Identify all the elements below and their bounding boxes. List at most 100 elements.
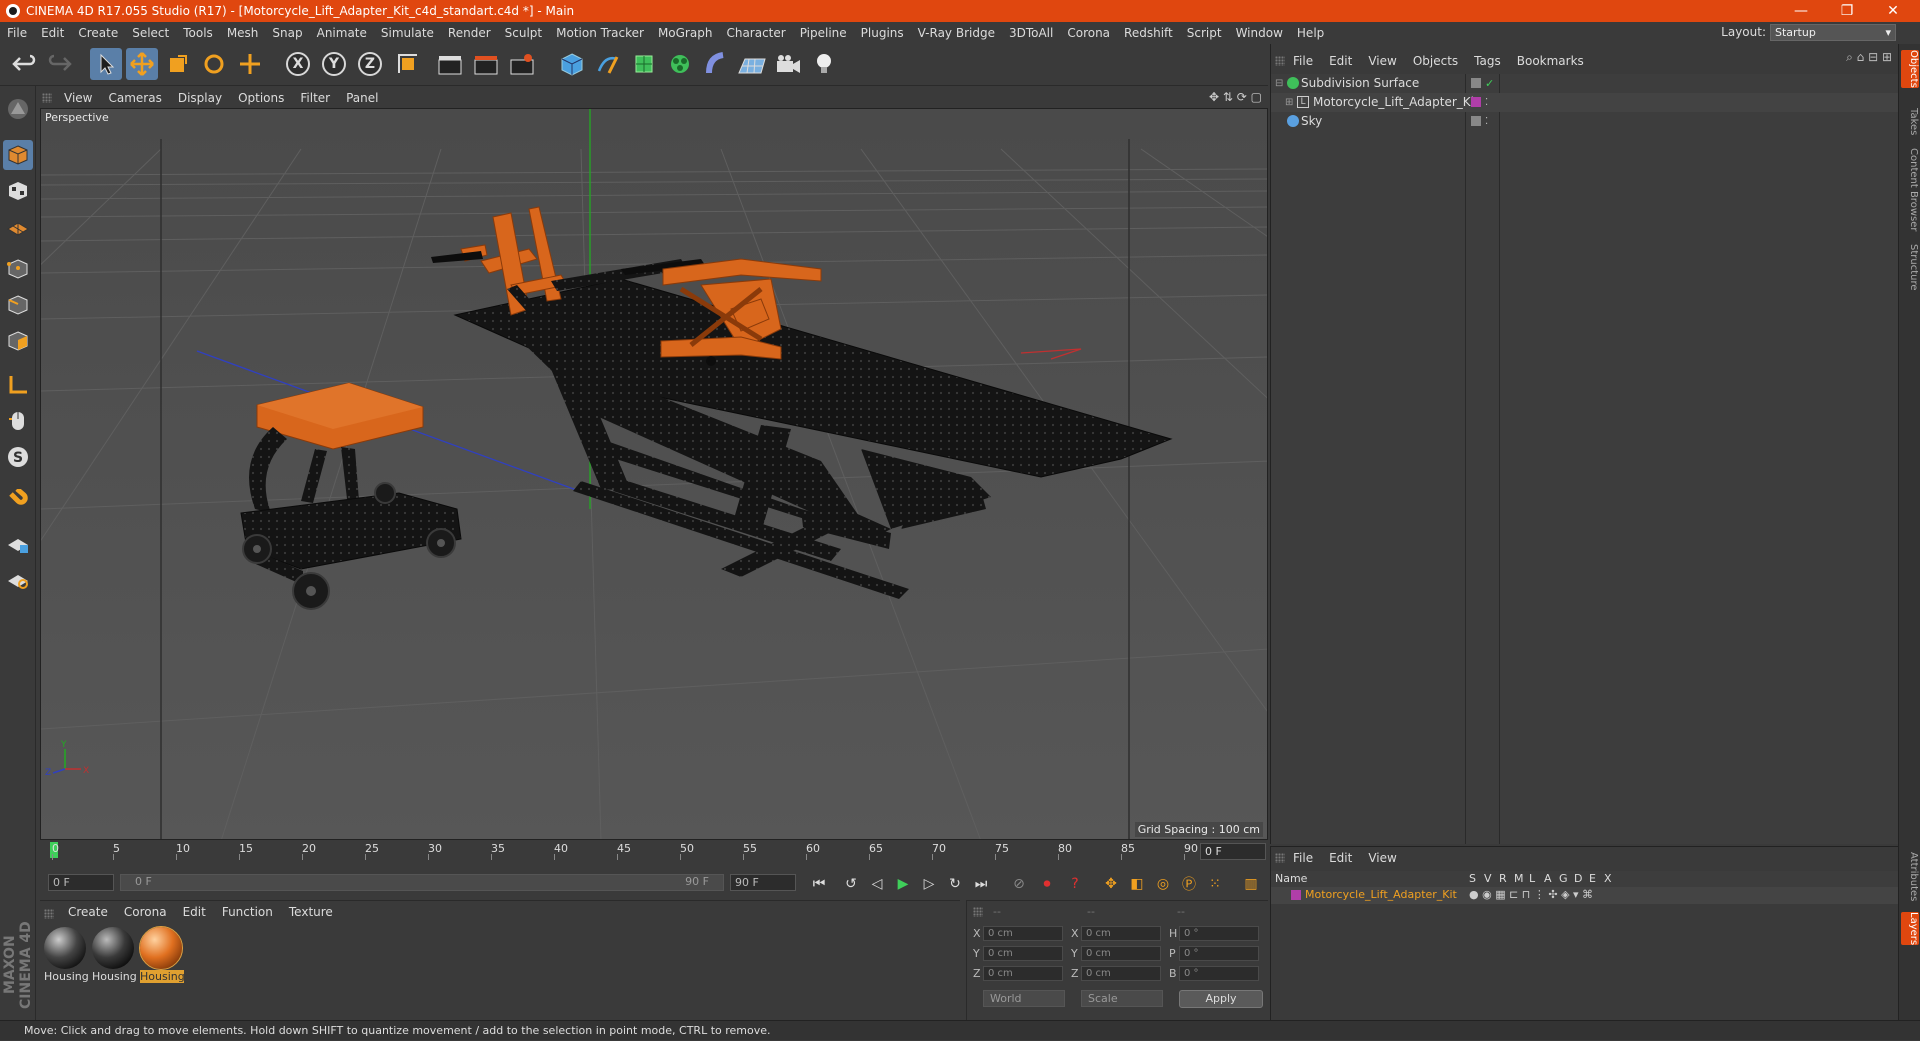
menu-animate[interactable]: Animate	[310, 26, 374, 40]
viewport-menu-filter[interactable]: Filter	[292, 91, 338, 105]
material-menu-create[interactable]: Create	[60, 905, 116, 923]
viewport-menu-view[interactable]: View	[56, 91, 100, 105]
material-menu-corona[interactable]: Corona	[116, 905, 175, 923]
layer-swatch[interactable]	[1471, 78, 1481, 88]
menu-select[interactable]: Select	[125, 26, 176, 40]
menu-mograph[interactable]: MoGraph	[651, 26, 720, 40]
cube-primitive-button[interactable]	[556, 48, 588, 80]
key-rotation-button[interactable]: ◎	[1152, 873, 1174, 895]
menu-script[interactable]: Script	[1180, 26, 1229, 40]
move-tool-button[interactable]	[126, 48, 158, 80]
material-menu-edit[interactable]: Edit	[175, 905, 214, 923]
size-x-field[interactable]: 0 cm	[1081, 926, 1161, 941]
menu-edit[interactable]: Edit	[34, 26, 71, 40]
viewport-nav-icons[interactable]: ✥ ⇅ ⟳ ▢	[1209, 90, 1262, 104]
viewport-menu-display[interactable]: Display	[170, 91, 230, 105]
keyframe-selection-button[interactable]: ?	[1064, 873, 1086, 895]
menu-sculpt[interactable]: Sculpt	[498, 26, 549, 40]
undo-button[interactable]	[8, 48, 40, 80]
tweak-mode-button[interactable]	[3, 406, 33, 436]
close-button[interactable]: ✕	[1870, 0, 1916, 22]
menu-window[interactable]: Window	[1229, 26, 1290, 40]
expand-icon[interactable]: ⊞	[1285, 93, 1293, 112]
layer-row[interactable]: Motorcycle_Lift_Adapter_Kit ● ◉ ▦ ⊏ ⊓ ⋮ …	[1271, 887, 1899, 904]
rot-h-field[interactable]: 0 °	[1179, 926, 1259, 941]
autokey-button[interactable]: ⏺	[1036, 873, 1058, 895]
layer-menu-file[interactable]: File	[1285, 851, 1321, 865]
menu-3dtoall[interactable]: 3DToAll	[1002, 26, 1060, 40]
live-selection-button[interactable]	[90, 48, 122, 80]
collapse-icon[interactable]: ⊟	[1275, 74, 1283, 93]
menu-file[interactable]: File	[0, 26, 34, 40]
minimize-button[interactable]: —	[1778, 0, 1824, 22]
pos-z-field[interactable]: 0 cm	[983, 966, 1063, 981]
tab-structure[interactable]: Structure	[1901, 244, 1919, 291]
panel-grip-icon[interactable]	[44, 909, 54, 919]
material-swatch[interactable]: Housing	[92, 927, 136, 983]
viewport-menu-panel[interactable]: Panel	[338, 91, 386, 105]
floor-button[interactable]	[736, 48, 768, 80]
magnet-button[interactable]	[3, 486, 33, 516]
next-key-button[interactable]: ↻	[944, 873, 966, 895]
layer-swatch[interactable]	[1471, 116, 1481, 126]
next-frame-button[interactable]: ▷	[918, 873, 940, 895]
timeline-window-button[interactable]: ▥	[1240, 873, 1262, 895]
key-position-button[interactable]: ✥	[1100, 873, 1122, 895]
panel-grip-icon[interactable]	[42, 93, 52, 103]
pos-x-field[interactable]: 0 cm	[983, 926, 1063, 941]
perspective-viewport[interactable]: Y X Z Perspective Grid Spacing : 100 cm	[40, 108, 1268, 840]
object-row-sky[interactable]: Sky ⁚	[1271, 112, 1899, 131]
object-menu-tags[interactable]: Tags	[1466, 54, 1509, 68]
layer-toggle-icons[interactable]: ● ◉ ▦ ⊏ ⊓ ⋮ ✣ ◈ ▾ ⌘	[1469, 888, 1593, 901]
menu-pipeline[interactable]: Pipeline	[793, 26, 854, 40]
material-menu-texture[interactable]: Texture	[281, 905, 341, 923]
viewport-menu-options[interactable]: Options	[230, 91, 292, 105]
x-axis-lock-button[interactable]: X	[282, 48, 314, 80]
key-parameter-button[interactable]: Ⓟ	[1178, 873, 1200, 895]
lock-workplane-button[interactable]	[3, 528, 33, 558]
material-menu-function[interactable]: Function	[214, 905, 281, 923]
menu-motion-tracker[interactable]: Motion Tracker	[549, 26, 651, 40]
redo-button[interactable]	[44, 48, 76, 80]
object-menu-bookmarks[interactable]: Bookmarks	[1509, 54, 1592, 68]
cloner-button[interactable]	[664, 48, 696, 80]
render-view-button[interactable]	[434, 48, 466, 80]
render-settings-button[interactable]	[506, 48, 538, 80]
maximize-button[interactable]: ❐	[1824, 0, 1870, 22]
texture-mode-button[interactable]	[3, 176, 33, 206]
polygons-mode-button[interactable]	[3, 326, 33, 356]
material-swatch-selected[interactable]: Housing	[139, 926, 184, 983]
menu-redshift[interactable]: Redshift	[1117, 26, 1180, 40]
size-mode-dropdown[interactable]: Scale	[1081, 990, 1163, 1007]
enabled-checkmark-icon[interactable]: ✓	[1485, 74, 1494, 93]
subdivision-surface-button[interactable]	[628, 48, 660, 80]
object-menu-file[interactable]: File	[1285, 54, 1321, 68]
snap-button[interactable]: S	[3, 442, 33, 472]
timeline-ruler[interactable]: 0 5 10 15 20 25 30 35 40 45 50 55 60 65 …	[40, 840, 1268, 864]
current-frame-field[interactable]: 0 F	[1200, 843, 1266, 860]
object-menu-objects[interactable]: Objects	[1405, 54, 1466, 68]
panel-grip-icon[interactable]	[1275, 56, 1285, 66]
visibility-dots-icon[interactable]: ⁚	[1485, 93, 1488, 112]
timeline-ticks[interactable]: 0 5 10 15 20 25 30 35 40 45 50 55 60 65 …	[50, 842, 1200, 862]
layout-dropdown[interactable]: Startup	[1770, 24, 1896, 41]
menu-character[interactable]: Character	[719, 26, 792, 40]
frame-range-slider[interactable]: 0 F 90 F	[120, 874, 724, 891]
menu-help[interactable]: Help	[1290, 26, 1331, 40]
menu-corona[interactable]: Corona	[1060, 26, 1117, 40]
menu-render[interactable]: Render	[441, 26, 498, 40]
camera-button[interactable]	[772, 48, 804, 80]
points-mode-button[interactable]	[3, 254, 33, 284]
viewport-menu-cameras[interactable]: Cameras	[100, 91, 169, 105]
tab-layers[interactable]: Layers	[1901, 912, 1919, 946]
record-keys-button[interactable]: ⊘	[1008, 873, 1030, 895]
render-picture-viewer-button[interactable]	[470, 48, 502, 80]
planar-workplane-button[interactable]	[3, 564, 33, 594]
menu-tools[interactable]: Tools	[176, 26, 220, 40]
tab-content-browser[interactable]: Content Browser	[1901, 148, 1919, 231]
pos-y-field[interactable]: 0 cm	[983, 946, 1063, 961]
light-button[interactable]	[808, 48, 840, 80]
rotate-tool-button[interactable]	[198, 48, 230, 80]
go-to-start-button[interactable]: ⏮	[808, 873, 830, 895]
start-frame-field[interactable]: 0 F	[48, 874, 114, 891]
